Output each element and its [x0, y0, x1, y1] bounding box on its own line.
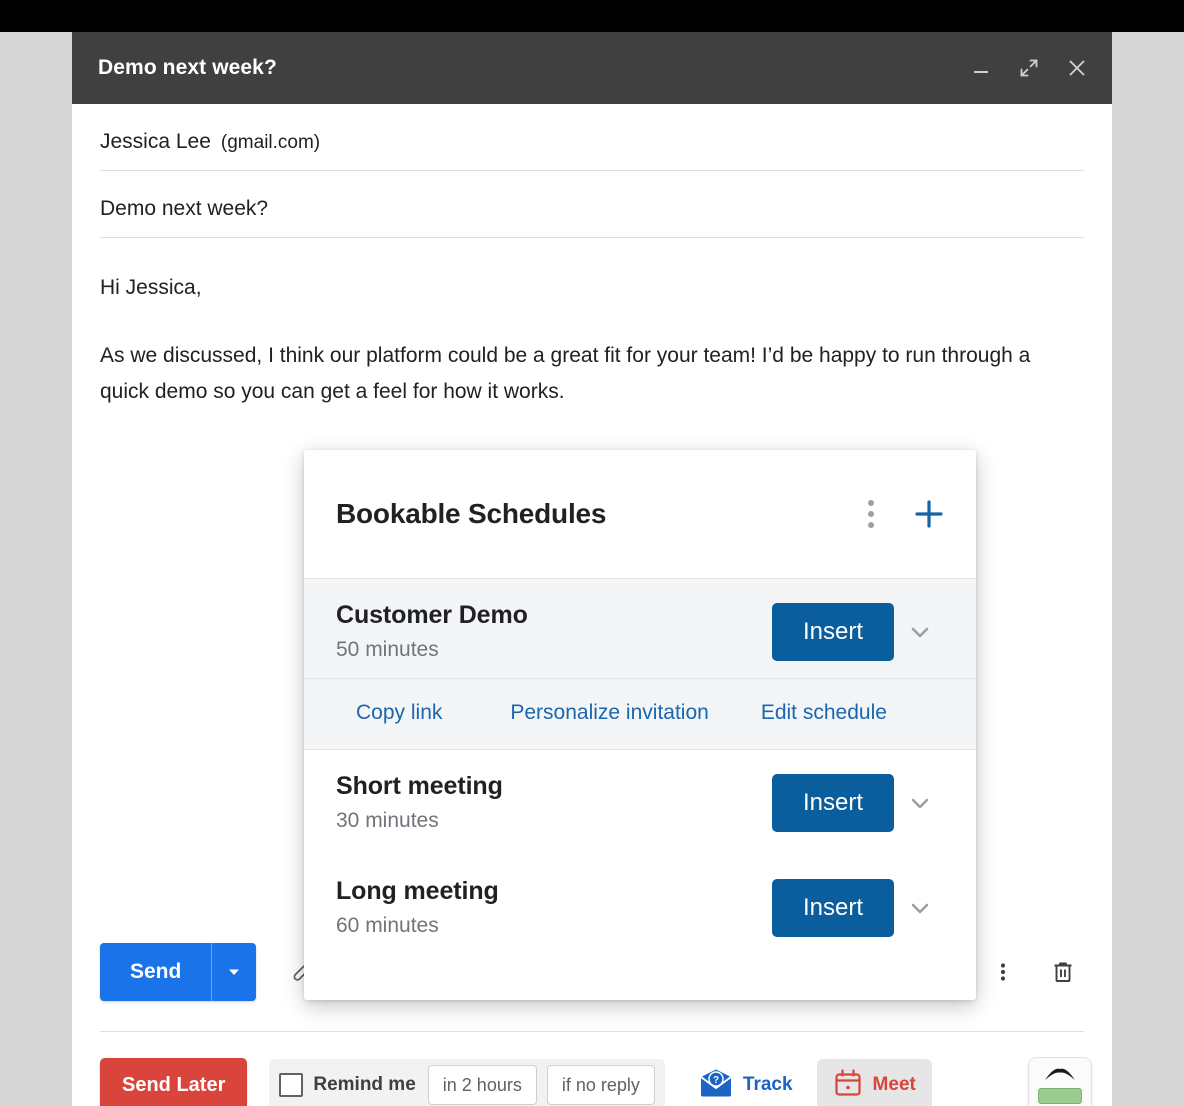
schedule-chevron-down-icon[interactable]: [894, 619, 946, 645]
recipient-domain: (gmail.com): [220, 132, 321, 153]
envelope-question-icon: ?: [699, 1068, 733, 1103]
meet-button[interactable]: Meet: [816, 1059, 932, 1106]
expand-icon[interactable]: [1016, 55, 1042, 81]
bookable-schedules-popup: Bookable Schedules Customer Demo 50 minu…: [304, 450, 976, 1000]
remind-me-checkbox[interactable]: [279, 1073, 304, 1097]
popup-header: Bookable Schedules: [304, 450, 976, 578]
send-button[interactable]: Send: [100, 943, 211, 1001]
recipient-name: Jessica Lee: [100, 130, 211, 153]
schedule-duration: 30 minutes: [336, 809, 439, 832]
compose-window-titlebar: Demo next week?: [72, 32, 1112, 104]
close-icon[interactable]: [1064, 55, 1090, 81]
send-button-group[interactable]: Send: [100, 943, 257, 1001]
svg-text:?: ?: [713, 1075, 719, 1086]
personalize-invitation-action[interactable]: Personalize invitation: [510, 701, 708, 725]
remind-when-select[interactable]: in 2 hours: [427, 1065, 537, 1105]
remind-me-label: Remind me: [313, 1074, 416, 1095]
schedule-name: Short meeting: [336, 772, 503, 800]
insert-button[interactable]: Insert: [772, 602, 894, 661]
edit-schedule-action[interactable]: Edit schedule: [761, 701, 887, 725]
track-button[interactable]: ? Track: [689, 1059, 803, 1106]
calendar-icon: [833, 1068, 863, 1103]
subject-field[interactable]: Demo next week?: [100, 171, 1084, 238]
remind-condition-select[interactable]: if no reply: [546, 1065, 655, 1105]
toolbar-divider: [100, 1031, 1084, 1032]
schedule-chevron-down-icon[interactable]: [894, 895, 946, 921]
send-later-button[interactable]: Send Later: [100, 1058, 248, 1106]
insert-button[interactable]: Insert: [772, 773, 894, 832]
boomerang-green-bar: [1038, 1087, 1082, 1104]
add-schedule-plus-icon[interactable]: [912, 497, 946, 531]
body-paragraph-greeting: Hi Jessica,: [100, 276, 202, 299]
schedule-info: Customer Demo 50 minutes: [336, 601, 772, 662]
boomerang-logo-icon[interactable]: [1028, 1057, 1092, 1106]
copy-link-action[interactable]: Copy link: [356, 701, 442, 725]
schedule-row[interactable]: Long meeting 60 minutes Insert: [304, 855, 976, 960]
popup-header-actions: [860, 494, 946, 534]
compose-toolbar-right: [986, 955, 1092, 989]
body-paragraph-main: As we discussed, I think our platform co…: [100, 344, 1031, 403]
message-body[interactable]: Hi Jessica, As we discussed, I think our…: [100, 238, 1055, 410]
compose-window-title: Demo next week?: [98, 56, 277, 79]
discard-trash-icon[interactable]: [1046, 955, 1080, 989]
schedule-name: Customer Demo: [336, 601, 528, 629]
recipient-field[interactable]: Jessica Lee (gmail.com): [100, 104, 1084, 171]
top-black-band: [0, 0, 1184, 32]
minimize-icon[interactable]: [968, 55, 994, 81]
window-controls: [968, 55, 1090, 81]
schedule-duration: 50 minutes: [336, 638, 439, 661]
boomerang-bar: Send Later Remind me in 2 hours if no re…: [100, 1050, 1092, 1106]
more-options-kebab-menu-icon[interactable]: [986, 955, 1020, 989]
schedule-name: Long meeting: [336, 877, 499, 905]
insert-button[interactable]: Insert: [772, 878, 894, 937]
compose-fields: Jessica Lee (gmail.com) Demo next week? …: [72, 104, 1112, 410]
popup-footer-padding: [304, 960, 976, 1000]
schedule-row[interactable]: Short meeting 30 minutes Insert: [304, 750, 976, 855]
schedule-info: Long meeting 60 minutes: [336, 877, 772, 938]
schedule-info: Short meeting 30 minutes: [336, 772, 772, 833]
schedule-chevron-down-icon[interactable]: [894, 790, 946, 816]
meet-label: Meet: [872, 1074, 916, 1095]
remind-me-group: Remind me in 2 hours if no reply: [269, 1059, 665, 1106]
popup-kebab-menu-icon[interactable]: [860, 494, 882, 534]
schedule-actions: Copy link Personalize invitation Edit sc…: [304, 678, 976, 749]
schedule-duration: 60 minutes: [336, 914, 439, 937]
popup-title: Bookable Schedules: [336, 498, 607, 529]
schedule-row[interactable]: Customer Demo 50 minutes Insert: [304, 579, 976, 678]
track-label: Track: [742, 1074, 793, 1095]
send-options-caret-down-icon[interactable]: [212, 943, 256, 1001]
